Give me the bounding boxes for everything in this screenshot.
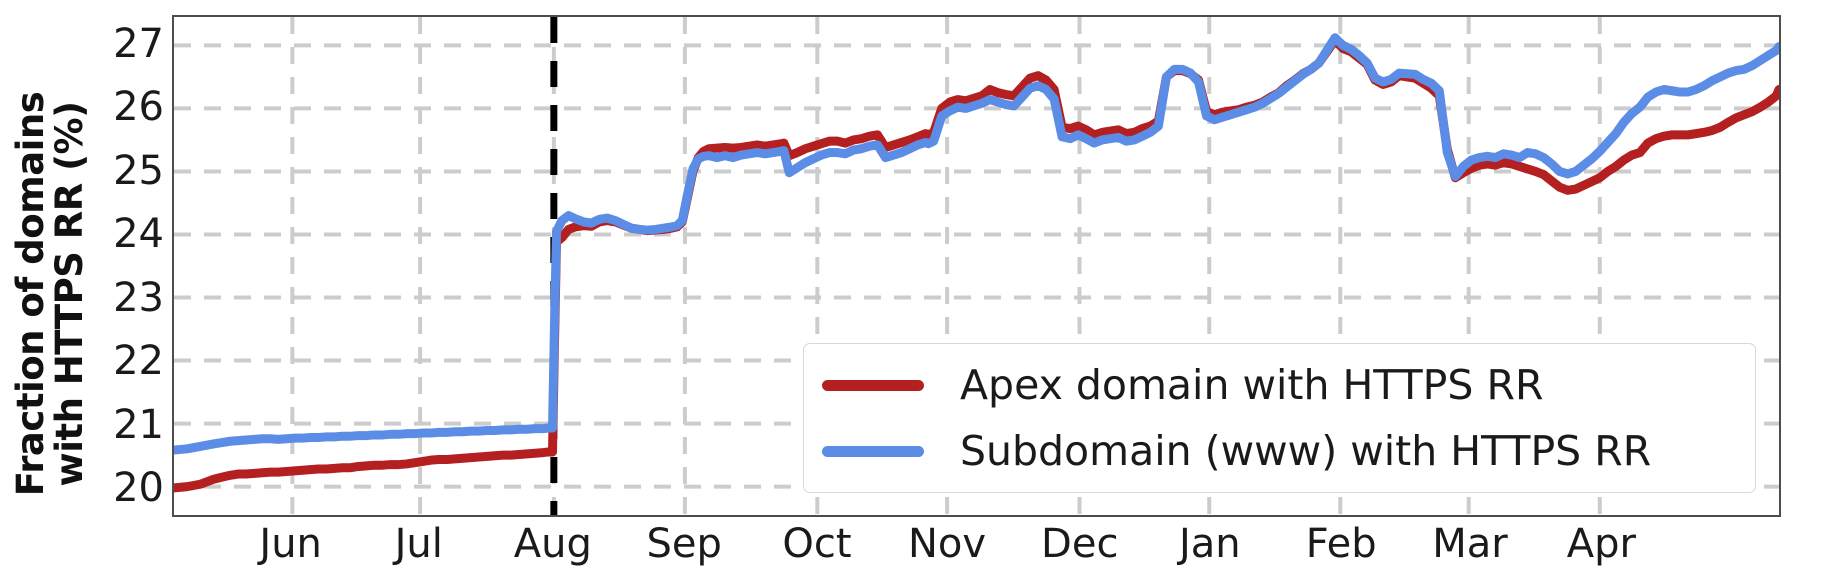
x-tick-label: Jul xyxy=(394,521,443,567)
x-tick-label: Apr xyxy=(1566,521,1636,567)
y-tick-label: 21 xyxy=(113,401,164,448)
y-tick-label: 22 xyxy=(113,338,164,385)
legend-item-apex-domain[interactable]: Apex domain with HTTPS RR xyxy=(804,352,1755,418)
legend-label-subdomain: Subdomain (www) with HTTPS RR xyxy=(960,426,1652,475)
y-axis-title-line-2: with HTTPS RR (%) xyxy=(48,101,91,487)
x-tick-label: Aug xyxy=(513,521,592,567)
chart-legend: Apex domain with HTTPS RR Subdomain (www… xyxy=(803,343,1756,493)
legend-label-apex-domain: Apex domain with HTTPS RR xyxy=(960,360,1544,409)
y-axis-title-container: Fraction of domains with HTTPS RR (%) xyxy=(0,0,100,588)
x-tick-label: Mar xyxy=(1432,521,1508,567)
x-tick-label: Oct xyxy=(782,521,852,567)
y-tick-label: 23 xyxy=(113,274,164,321)
y-tick-label: 20 xyxy=(113,465,164,512)
y-axis-tick-labels: 20 21 22 23 24 25 26 27 xyxy=(98,0,164,588)
x-tick-label: Jun xyxy=(259,521,322,567)
x-tick-label: Nov xyxy=(907,521,987,567)
x-tick-label: Jan xyxy=(1178,521,1241,567)
legend-swatch-apex-domain xyxy=(822,379,924,391)
y-axis-title: Fraction of domains with HTTPS RR (%) xyxy=(8,91,91,497)
chart-figure: Fraction of domains with HTTPS RR (%) 20… xyxy=(0,0,1830,588)
x-tick-label: Feb xyxy=(1305,521,1377,567)
y-tick-label: 26 xyxy=(113,84,164,131)
y-tick-label: 27 xyxy=(113,20,164,67)
x-tick-label: Sep xyxy=(646,521,722,567)
y-tick-label: 25 xyxy=(113,147,164,194)
legend-swatch-subdomain xyxy=(822,445,924,457)
y-axis-title-line-1: Fraction of domains xyxy=(8,91,52,497)
x-axis-tick-labels: Jun Jul Aug Sep Oct Nov Dec Jan Feb Mar Apr xyxy=(0,520,1830,588)
legend-item-subdomain[interactable]: Subdomain (www) with HTTPS RR xyxy=(804,418,1755,484)
y-tick-label: 24 xyxy=(113,211,164,258)
x-tick-label: Dec xyxy=(1041,521,1119,567)
